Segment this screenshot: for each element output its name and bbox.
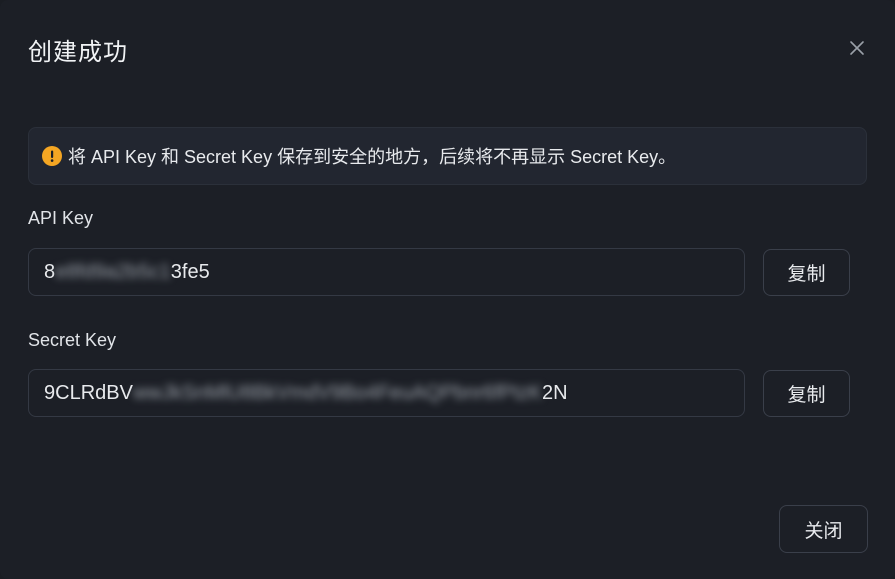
- secret-key-masked: wwJkSnMlU8BkVmdV9Bo4FeuAQPbnr6fPtzK: [132, 381, 542, 404]
- api-key-label: API Key: [28, 208, 94, 228]
- api-key-masked: e8fd9a2b5c1: [55, 260, 171, 283]
- api-key-prefix: 8: [44, 260, 56, 283]
- warning-notice: 将 API Key 和 Secret Key 保存到安全的地方，后续将不再显示 …: [28, 127, 867, 185]
- api-key-field[interactable]: 8 e8fd9a2b5c1 3fe5: [28, 248, 745, 296]
- close-icon[interactable]: [845, 36, 869, 60]
- warning-icon: [42, 146, 62, 166]
- close-button[interactable]: 关闭: [779, 505, 868, 553]
- notice-text: 将 API Key 和 Secret Key 保存到安全的地方，后续将不再显示 …: [68, 147, 677, 167]
- copy-api-key-button[interactable]: 复制: [763, 249, 850, 296]
- dialog-title: 创建成功: [28, 39, 128, 66]
- secret-key-suffix: 2N: [542, 381, 568, 404]
- secret-key-label: Secret Key: [28, 330, 117, 350]
- create-success-dialog: 创建成功 将 API Key 和 Secret Key 保存到安全的地方，后续将…: [0, 0, 895, 579]
- copy-secret-key-button[interactable]: 复制: [763, 370, 850, 417]
- secret-key-field[interactable]: 9CLRdBV wwJkSnMlU8BkVmdV9Bo4FeuAQPbnr6fPt…: [28, 369, 745, 417]
- api-key-suffix: 3fe5: [170, 260, 210, 283]
- secret-key-prefix: 9CLRdBV: [44, 381, 133, 404]
